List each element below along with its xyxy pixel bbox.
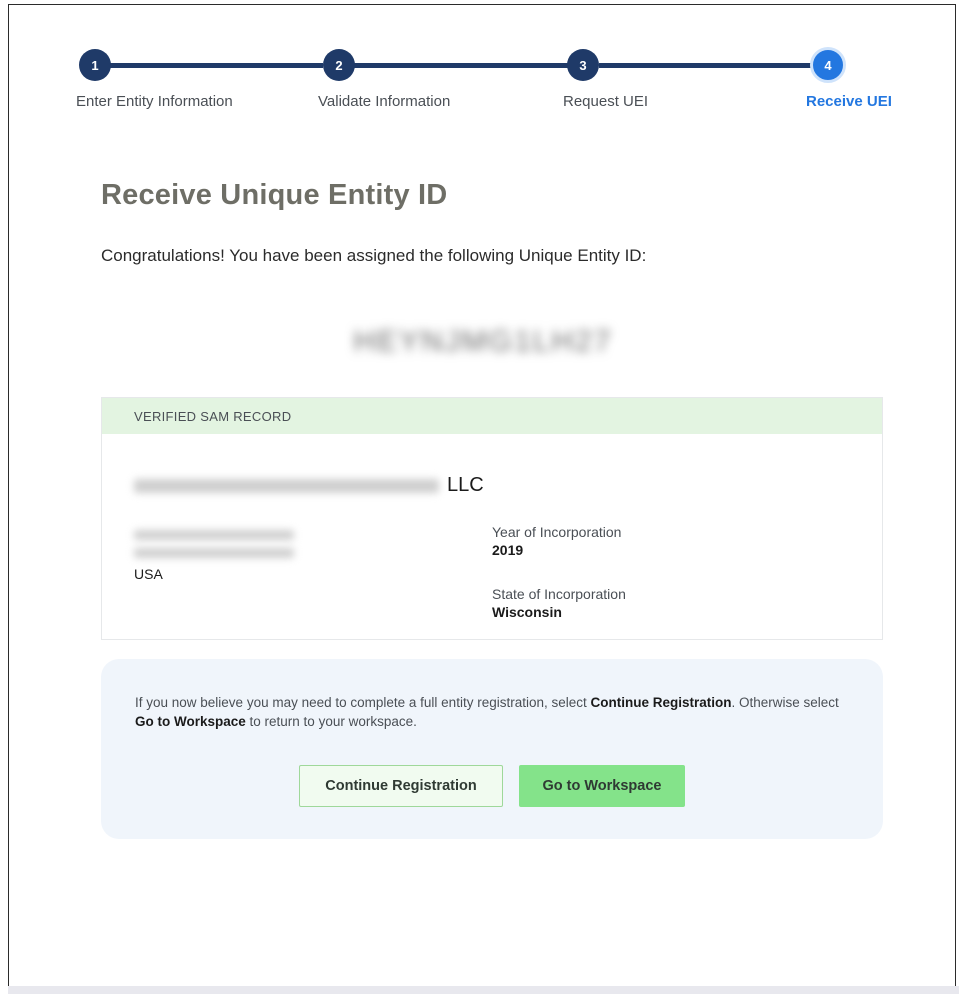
step-4-number: 4 <box>824 57 832 73</box>
go-to-workspace-button[interactable]: Go to Workspace <box>519 765 685 807</box>
record-header: VERIFIED SAM RECORD <box>102 398 882 434</box>
next-steps-panel: If you now believe you may need to compl… <box>101 659 883 839</box>
redacted-address-line-2 <box>134 548 294 558</box>
next-steps-bold-continue: Continue Registration <box>590 695 732 710</box>
next-steps-text-part-2: . Otherwise select <box>731 695 839 710</box>
step-2-number: 2 <box>335 57 343 73</box>
page-frame: 1 2 3 4 Enter Entity Information Validat… <box>8 4 956 988</box>
step-2-label: Validate Information <box>318 93 451 110</box>
next-steps-text-part-3: to return to your workspace. <box>245 714 417 729</box>
year-of-incorporation-value: 2019 <box>492 542 524 558</box>
step-connector-2-3 <box>353 63 569 68</box>
step-3-label: Request UEI <box>563 93 649 110</box>
step-connector-3-4 <box>599 63 817 68</box>
step-4-label: Receive UEI <box>806 93 892 110</box>
congratulations-message: Congratulations! You have been assigned … <box>101 246 647 265</box>
next-steps-text-part-1: If you now believe you may need to compl… <box>135 695 591 710</box>
step-1-label: Enter Entity Information <box>76 93 233 110</box>
entity-suffix: LLC <box>447 474 484 496</box>
entity-address: USA <box>134 530 294 582</box>
uei-value: HEYNJMG1LH27 <box>353 325 613 358</box>
bottom-scroll-edge <box>8 986 959 994</box>
redacted-entity-name <box>134 478 439 493</box>
step-connector-1-2 <box>109 63 323 68</box>
entity-name: LLC <box>134 474 484 497</box>
redacted-address-line-1 <box>134 530 294 540</box>
step-2-circle: 2 <box>323 49 355 81</box>
step-indicator: 1 2 3 4 Enter Entity Information Validat… <box>9 5 957 135</box>
next-steps-text: If you now believe you may need to compl… <box>135 693 855 731</box>
state-of-incorporation-value: Wisconsin <box>492 604 562 620</box>
step-3-number: 3 <box>579 57 587 73</box>
step-1-circle: 1 <box>79 49 111 81</box>
incorporation-details: Year of Incorporation 2019 State of Inco… <box>492 524 626 620</box>
continue-registration-button[interactable]: Continue Registration <box>299 765 503 807</box>
step-1-number: 1 <box>91 57 99 73</box>
step-3-circle: 3 <box>567 49 599 81</box>
state-of-incorporation-label: State of Incorporation <box>492 586 626 602</box>
year-of-incorporation-label: Year of Incorporation <box>492 524 622 540</box>
address-country: USA <box>134 566 163 582</box>
verified-record-card: VERIFIED SAM RECORD LLC USA Year of Inco… <box>101 397 883 640</box>
step-4-circle: 4 <box>810 47 846 83</box>
next-steps-bold-workspace: Go to Workspace <box>135 714 246 729</box>
page-title: Receive Unique Entity ID <box>101 179 448 211</box>
